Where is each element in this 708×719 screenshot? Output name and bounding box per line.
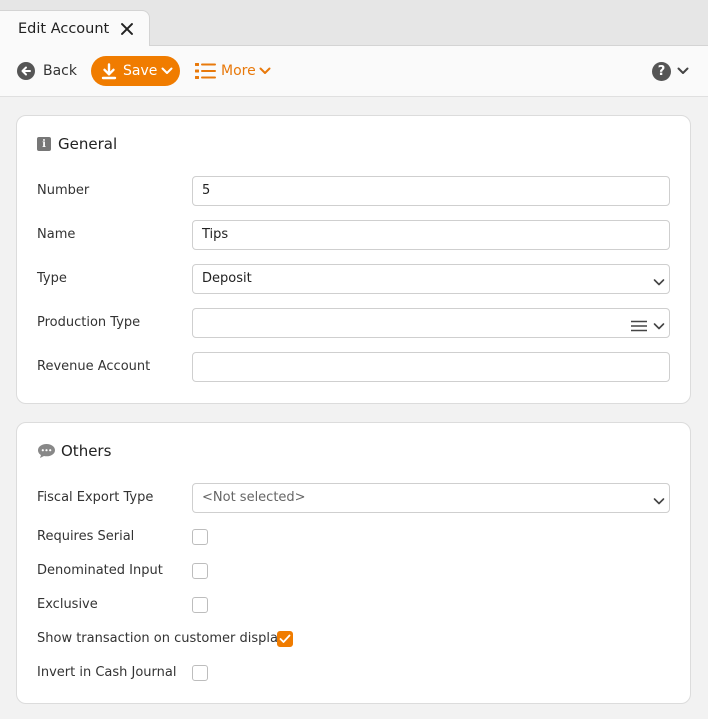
denominated-input-row: Denominated Input — [17, 556, 690, 586]
production-type-select[interactable] — [192, 308, 670, 338]
checkmark-icon — [279, 634, 291, 643]
show-on-customer-display-row: Show transaction on customer display — [17, 624, 690, 654]
close-icon[interactable] — [119, 21, 135, 37]
exclusive-row: Exclusive — [17, 590, 690, 620]
number-input[interactable]: 5 — [192, 176, 670, 206]
save-label: Save — [123, 63, 158, 79]
list-icon — [195, 62, 216, 80]
revenue-account-label: Revenue Account — [37, 359, 151, 374]
show-on-customer-display-checkbox[interactable] — [277, 631, 293, 647]
tab-bar: Edit Account — [0, 0, 708, 47]
invert-in-cash-journal-label: Invert in Cash Journal — [37, 665, 177, 680]
download-icon — [101, 62, 117, 80]
fiscal-export-type-value: <Not selected> — [202, 490, 306, 505]
chevron-down-icon — [653, 491, 665, 519]
production-type-label: Production Type — [37, 315, 141, 330]
show-on-customer-display-label: Show transaction on customer display — [37, 631, 286, 646]
chevron-down-icon — [653, 316, 665, 344]
general-section-title: i General — [37, 134, 117, 154]
name-row: Name Tips — [17, 220, 690, 250]
fiscal-export-type-select[interactable]: <Not selected> — [192, 483, 670, 513]
type-label: Type — [37, 271, 67, 286]
help-menu[interactable]: ? — [652, 61, 689, 81]
type-row: Type Deposit — [17, 264, 690, 294]
denominated-input-label: Denominated Input — [37, 563, 163, 578]
revenue-account-input[interactable] — [192, 352, 670, 382]
exclusive-label: Exclusive — [37, 597, 98, 612]
name-label: Name — [37, 227, 76, 242]
fiscal-export-type-row: Fiscal Export Type <Not selected> — [17, 483, 690, 513]
chevron-down-icon[interactable] — [161, 67, 173, 75]
toolbar: Back Save More ? — [0, 46, 708, 97]
general-section: i General Number 5 Name Tips Type Deposi… — [16, 115, 691, 404]
fiscal-export-type-label: Fiscal Export Type — [37, 490, 154, 505]
invert-in-cash-journal-checkbox[interactable] — [192, 665, 208, 681]
number-row: Number 5 — [17, 176, 690, 206]
revenue-account-row: Revenue Account — [17, 352, 690, 382]
more-label: More — [221, 63, 256, 79]
back-label: Back — [43, 63, 77, 79]
arrow-left-icon — [17, 62, 35, 80]
others-section-title: Others — [37, 441, 111, 461]
exclusive-checkbox[interactable] — [192, 597, 208, 613]
info-icon: i — [37, 137, 51, 151]
tab-title: Edit Account — [18, 21, 110, 37]
chevron-down-icon — [259, 67, 271, 75]
help-icon: ? — [652, 61, 671, 81]
more-button[interactable]: More — [195, 61, 271, 81]
requires-serial-row: Requires Serial — [17, 522, 690, 552]
denominated-input-checkbox[interactable] — [192, 563, 208, 579]
type-select-value: Deposit — [202, 271, 252, 286]
requires-serial-label: Requires Serial — [37, 529, 135, 544]
save-button[interactable]: Save — [91, 56, 180, 86]
others-section: Others Fiscal Export Type <Not selected>… — [16, 422, 691, 704]
list-icon[interactable] — [631, 316, 647, 344]
type-select[interactable]: Deposit — [192, 264, 670, 294]
chevron-down-icon — [653, 272, 665, 300]
tab-edit-account[interactable]: Edit Account — [0, 10, 150, 47]
chevron-down-icon — [677, 67, 689, 75]
production-type-row: Production Type — [17, 308, 690, 338]
number-label: Number — [37, 183, 90, 198]
requires-serial-checkbox[interactable] — [192, 529, 208, 545]
others-title-text: Others — [61, 442, 112, 460]
chat-bubble-icon — [37, 443, 56, 459]
general-title-text: General — [58, 135, 118, 153]
back-button[interactable]: Back — [17, 61, 77, 81]
name-input[interactable]: Tips — [192, 220, 670, 250]
invert-in-cash-journal-row: Invert in Cash Journal — [17, 658, 690, 688]
